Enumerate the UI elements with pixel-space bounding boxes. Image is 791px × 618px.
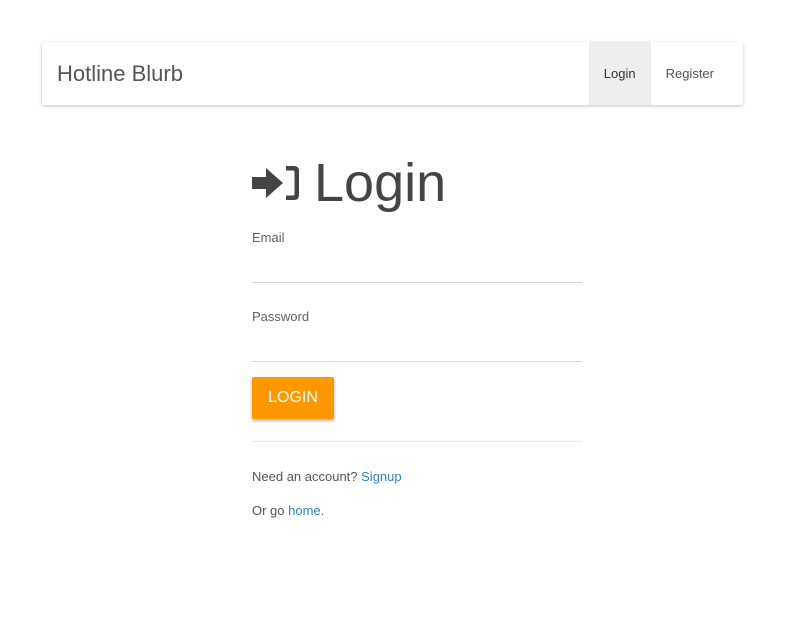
email-label: Email [252, 230, 285, 245]
home-link[interactable]: home [288, 503, 321, 518]
password-group: Password [252, 309, 582, 362]
email-group: Email [252, 230, 582, 283]
home-prefix: Or go [252, 503, 289, 518]
page-title: Login [252, 150, 582, 216]
brand-title[interactable]: Hotline Blurb [42, 42, 183, 105]
signup-link[interactable]: Signup [361, 469, 401, 484]
nav-links: Login Register [588, 42, 743, 105]
nav-link-register[interactable]: Register [651, 42, 729, 105]
nav-link-login[interactable]: Login [588, 42, 651, 105]
divider [252, 441, 582, 442]
email-field[interactable] [252, 247, 582, 283]
navbar: Hotline Blurb Login Register [42, 42, 743, 105]
login-form: Login Email Password LOGIN Need an accou… [252, 150, 582, 518]
home-suffix: . [320, 503, 325, 518]
sign-in-icon [252, 166, 299, 200]
signup-line: Need an account? Signup [252, 469, 582, 484]
password-field[interactable] [252, 326, 582, 362]
login-button[interactable]: LOGIN [252, 377, 334, 419]
home-line: Or go home. [252, 503, 582, 518]
password-label: Password [252, 309, 310, 324]
signup-prefix: Need an account? [252, 469, 362, 484]
page-title-text: Login [314, 153, 447, 213]
